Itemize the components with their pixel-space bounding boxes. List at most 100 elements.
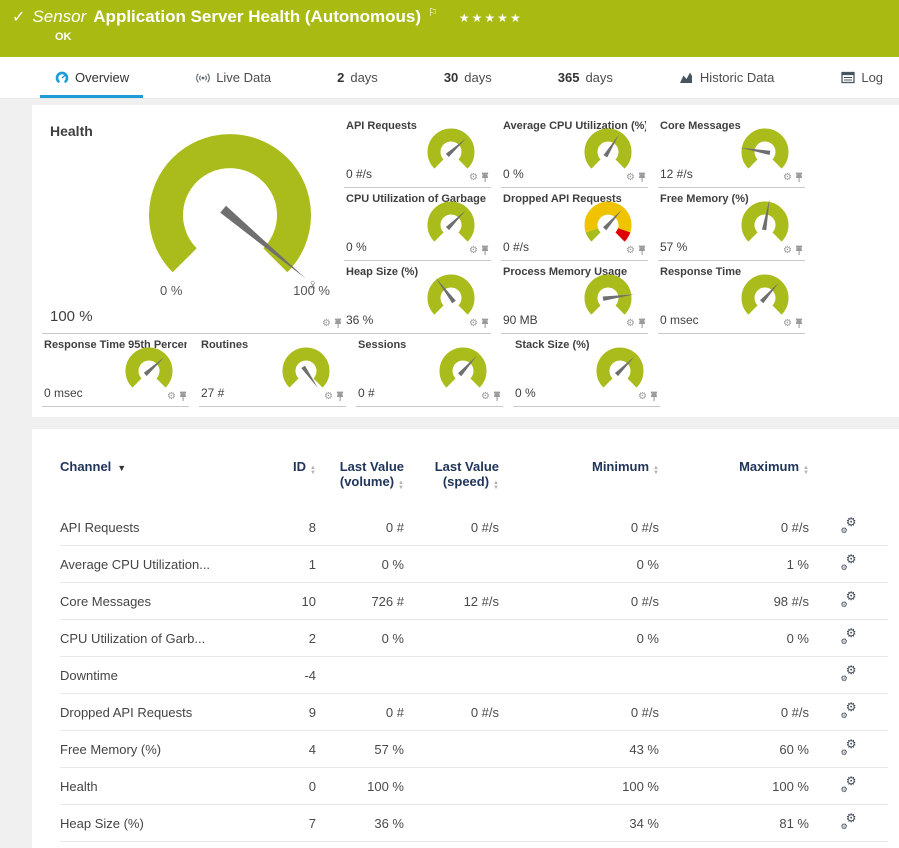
column-label: Last Value (speed) bbox=[435, 459, 499, 489]
pin-icon[interactable] bbox=[336, 391, 344, 402]
status-check-icon: ✓ bbox=[12, 7, 25, 27]
flag-icon[interactable]: ⚐ bbox=[428, 6, 438, 19]
gauge-value: 0 msec bbox=[44, 386, 83, 400]
column-label: Last Value (volume) bbox=[340, 459, 404, 489]
cell-channel[interactable]: Process Memory Usage bbox=[60, 842, 250, 848]
gauge-value: 57 % bbox=[660, 240, 687, 254]
pin-icon[interactable] bbox=[650, 391, 658, 402]
tab-overview[interactable]: Overview bbox=[40, 57, 143, 98]
tab-365-days[interactable]: 365 days bbox=[544, 57, 627, 98]
tab-log[interactable]: Log bbox=[826, 57, 897, 98]
priority-stars[interactable]: ★★★★★ bbox=[459, 11, 523, 25]
pin-icon[interactable] bbox=[481, 245, 489, 256]
channel-gauge bbox=[435, 346, 491, 392]
gauge-value: 12 #/s bbox=[660, 167, 693, 181]
gear-icon[interactable]: ⚙ bbox=[469, 246, 478, 256]
column-header-minimum[interactable]: Minimum▲▼ bbox=[503, 453, 663, 509]
channel-settings-icon[interactable]: ⚙⚙ bbox=[841, 740, 857, 755]
table-row[interactable]: Core Messages 10 726 # 12 #/s 0 #/s 98 #… bbox=[60, 583, 888, 620]
channel-settings-icon[interactable]: ⚙⚙ bbox=[841, 666, 857, 681]
tab-live-data[interactable]: Live Data bbox=[181, 57, 285, 98]
table-row[interactable]: Free Memory (%) 4 57 % 43 % 60 % ⚙⚙ bbox=[60, 731, 888, 768]
channel-table-panel: Channel▼ ID▲▼ Last Value (volume)▲▼ Last… bbox=[32, 429, 899, 848]
table-row[interactable]: API Requests 8 0 # 0 #/s 0 #/s 0 #/s ⚙⚙ bbox=[60, 509, 888, 546]
sensor-header: ✓ Sensor Application Server Health (Auto… bbox=[0, 0, 899, 57]
cell-maximum: 0 % bbox=[663, 620, 813, 657]
cell-maximum: 81 % bbox=[663, 805, 813, 842]
table-row[interactable]: Downtime -4 ⚙⚙ bbox=[60, 657, 888, 694]
column-header-maximum[interactable]: Maximum▲▼ bbox=[663, 453, 813, 509]
column-header-channel[interactable]: Channel▼ bbox=[60, 453, 250, 509]
cell-channel[interactable]: Average CPU Utilization... bbox=[60, 546, 250, 583]
gear-icon[interactable]: ⚙ bbox=[783, 173, 792, 183]
channel-settings-icon[interactable]: ⚙⚙ bbox=[841, 518, 857, 533]
gear-icon[interactable]: ⚙ bbox=[638, 392, 647, 402]
cell-id: 5 bbox=[250, 842, 320, 848]
table-row[interactable]: Heap Size (%) 7 36 % 34 % 81 % ⚙⚙ bbox=[60, 805, 888, 842]
pin-icon[interactable] bbox=[638, 172, 646, 183]
gear-icon[interactable]: ⚙ bbox=[626, 173, 635, 183]
tab-number: 365 bbox=[558, 70, 580, 85]
cell-channel[interactable]: Free Memory (%) bbox=[60, 731, 250, 768]
pin-icon[interactable] bbox=[795, 318, 803, 329]
cell-channel[interactable]: Health bbox=[60, 768, 250, 805]
pin-icon[interactable] bbox=[638, 318, 646, 329]
tab-30-days[interactable]: 30 days bbox=[430, 57, 506, 98]
pin-icon[interactable] bbox=[481, 172, 489, 183]
gear-icon[interactable]: ⚙ bbox=[322, 319, 331, 329]
sort-icon: ▲▼ bbox=[803, 466, 809, 476]
cell-channel[interactable]: API Requests bbox=[60, 509, 250, 546]
table-row[interactable]: Process Memory Usage 5 90 MB 87 MB 113 M… bbox=[60, 842, 888, 848]
cell-maximum: 60 % bbox=[663, 731, 813, 768]
table-row[interactable]: CPU Utilization of Garb... 2 0 % 0 % 0 %… bbox=[60, 620, 888, 657]
gear-icon[interactable]: ⚙ bbox=[626, 246, 635, 256]
channel-settings-icon[interactable]: ⚙⚙ bbox=[841, 777, 857, 792]
column-header-id[interactable]: ID▲▼ bbox=[250, 453, 320, 509]
gear-icon[interactable]: ⚙ bbox=[324, 392, 333, 402]
gauge-cell: Process Memory Usage 90 MB ⚙ bbox=[501, 261, 648, 334]
channel-settings-icon[interactable]: ⚙⚙ bbox=[841, 703, 857, 718]
page-title: Application Server Health (Autonomous) bbox=[93, 7, 421, 27]
gear-icon[interactable]: ⚙ bbox=[783, 319, 792, 329]
table-row[interactable]: Health 0 100 % 100 % 100 % ⚙⚙ bbox=[60, 768, 888, 805]
cell-minimum: 100 % bbox=[503, 768, 663, 805]
cell-last-value-speed bbox=[408, 657, 503, 694]
gauge-cell: Heap Size (%) 36 % ⚙ bbox=[344, 261, 491, 334]
channel-settings-icon[interactable]: ⚙⚙ bbox=[841, 814, 857, 829]
gear-icon[interactable]: ⚙ bbox=[469, 173, 478, 183]
gauge-value: 100 % bbox=[50, 308, 93, 325]
pin-icon[interactable] bbox=[481, 318, 489, 329]
column-header-last-value-speed[interactable]: Last Value (speed)▲▼ bbox=[408, 453, 503, 509]
table-row[interactable]: Dropped API Requests 9 0 # 0 #/s 0 #/s 0… bbox=[60, 694, 888, 731]
gauge-cell: Average CPU Utilization (%) 0 % ⚙ bbox=[501, 115, 648, 188]
pin-icon[interactable] bbox=[795, 172, 803, 183]
gear-icon[interactable]: ⚙ bbox=[783, 246, 792, 256]
gear-icon[interactable]: ⚙ bbox=[469, 319, 478, 329]
cell-channel[interactable]: Downtime bbox=[60, 657, 250, 694]
pin-icon[interactable] bbox=[334, 318, 342, 329]
gauge-cell: Response Time 0 msec ⚙ bbox=[658, 261, 805, 334]
gauge-cell: Stack Size (%) 0 % ⚙ bbox=[513, 334, 660, 407]
cell-maximum: 113 MB bbox=[663, 842, 813, 848]
cell-channel[interactable]: Heap Size (%) bbox=[60, 805, 250, 842]
cell-channel[interactable]: Core Messages bbox=[60, 583, 250, 620]
gear-icon[interactable]: ⚙ bbox=[167, 392, 176, 402]
channel-settings-icon[interactable]: ⚙⚙ bbox=[841, 555, 857, 570]
tab-2-days[interactable]: 2 days bbox=[323, 57, 392, 98]
gear-icon[interactable]: ⚙ bbox=[481, 392, 490, 402]
channel-settings-icon[interactable]: ⚙⚙ bbox=[841, 592, 857, 607]
pin-icon[interactable] bbox=[638, 245, 646, 256]
pin-icon[interactable] bbox=[795, 245, 803, 256]
tab-historic-data[interactable]: Historic Data bbox=[665, 57, 788, 98]
cell-last-value-volume: 0 # bbox=[320, 509, 408, 546]
cell-id: -4 bbox=[250, 657, 320, 694]
pin-icon[interactable] bbox=[179, 391, 187, 402]
table-row[interactable]: Average CPU Utilization... 1 0 % 0 % 1 %… bbox=[60, 546, 888, 583]
gear-icon[interactable]: ⚙ bbox=[626, 319, 635, 329]
pin-icon[interactable] bbox=[493, 391, 501, 402]
cell-channel[interactable]: CPU Utilization of Garb... bbox=[60, 620, 250, 657]
channel-settings-icon[interactable]: ⚙⚙ bbox=[841, 629, 857, 644]
cell-channel[interactable]: Dropped API Requests bbox=[60, 694, 250, 731]
sort-icon: ▲▼ bbox=[398, 481, 404, 491]
column-header-last-value-volume[interactable]: Last Value (volume)▲▼ bbox=[320, 453, 408, 509]
